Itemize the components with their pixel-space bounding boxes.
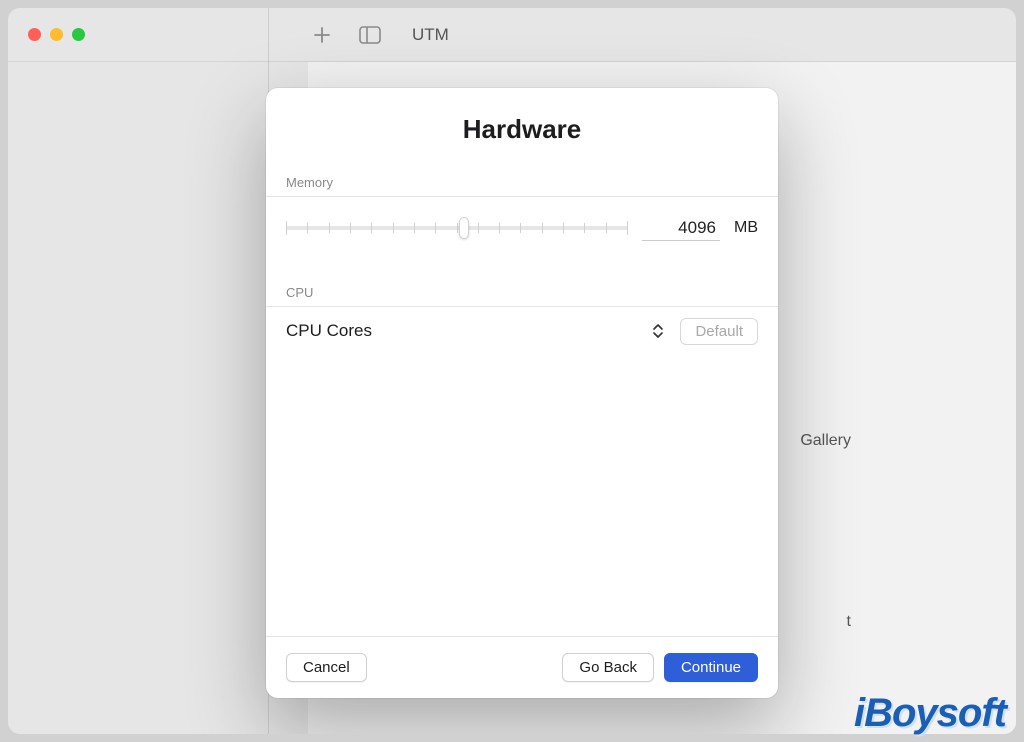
fullscreen-window-button[interactable] bbox=[72, 28, 85, 41]
memory-row: MB bbox=[266, 197, 778, 259]
minimize-window-button[interactable] bbox=[50, 28, 63, 41]
background-partial-label: t bbox=[847, 613, 851, 631]
slider-thumb[interactable] bbox=[459, 217, 469, 239]
cpu-cores-row: CPU Cores Default bbox=[266, 307, 778, 355]
memory-unit-label: MB bbox=[734, 219, 758, 237]
chevron-down-icon bbox=[652, 331, 664, 339]
titlebar: UTM bbox=[8, 8, 1016, 62]
app-window: UTM Gallery t Hardware Memory MB bbox=[8, 8, 1016, 734]
chevron-up-icon bbox=[652, 323, 664, 331]
close-window-button[interactable] bbox=[28, 28, 41, 41]
cpu-cores-stepper[interactable] bbox=[648, 317, 668, 345]
memory-value-input[interactable] bbox=[642, 215, 720, 241]
memory-section-label: Memory bbox=[266, 169, 778, 196]
modal-title: Hardware bbox=[266, 88, 778, 169]
continue-button[interactable]: Continue bbox=[664, 653, 758, 682]
background-gallery-label: Gallery bbox=[800, 432, 851, 450]
cpu-default-button[interactable]: Default bbox=[680, 318, 758, 345]
sidebar-toggle-icon[interactable] bbox=[356, 21, 384, 49]
traffic-lights bbox=[28, 28, 85, 41]
app-title: UTM bbox=[412, 25, 449, 45]
watermark-logo: iBoysoft bbox=[854, 691, 1006, 736]
go-back-button[interactable]: Go Back bbox=[562, 653, 654, 682]
cpu-section-label: CPU bbox=[266, 279, 778, 306]
slider-ticks bbox=[286, 218, 628, 238]
hardware-modal: Hardware Memory MB CPU CPU C bbox=[266, 88, 778, 698]
add-button[interactable] bbox=[308, 21, 336, 49]
modal-footer: Cancel Go Back Continue bbox=[266, 636, 778, 698]
toolbar: UTM bbox=[308, 8, 449, 62]
memory-slider[interactable] bbox=[286, 216, 628, 240]
cancel-button[interactable]: Cancel bbox=[286, 653, 367, 682]
cpu-section: CPU CPU Cores Default bbox=[266, 279, 778, 355]
cpu-cores-label: CPU Cores bbox=[286, 321, 636, 341]
